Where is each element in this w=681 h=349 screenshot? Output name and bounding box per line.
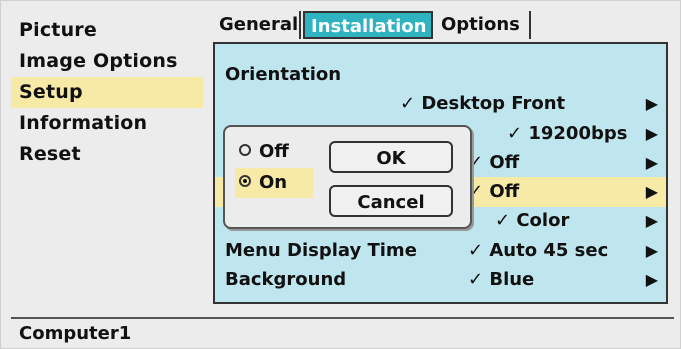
- projector-menu-window: Picture Image Options Setup Information …: [0, 0, 681, 349]
- radio-option-off[interactable]: Off: [235, 137, 313, 167]
- sidebar-item-setup[interactable]: Setup: [11, 77, 203, 108]
- sidebar-item-image-options[interactable]: Image Options: [11, 46, 203, 77]
- sidebar-menu: Picture Image Options Setup Information …: [11, 15, 203, 170]
- sidebar-item-information[interactable]: Information: [11, 108, 203, 139]
- setting-value: ✓ Desktop Front: [400, 93, 566, 114]
- tab-installation[interactable]: Installation: [303, 11, 433, 39]
- setting-value: ✓ Color: [495, 210, 570, 231]
- radio-unchecked-icon: [239, 144, 251, 156]
- setting-value: ✓ Off: [468, 181, 520, 202]
- setting-value: ✓ Blue: [468, 269, 535, 290]
- setting-label: Background: [225, 269, 347, 290]
- sidebar-item-picture[interactable]: Picture: [11, 15, 203, 46]
- radio-label: On: [259, 172, 288, 193]
- submenu-arrow-icon: ▶: [645, 153, 658, 172]
- setting-row-background[interactable]: Background ✓ Blue ▶: [215, 265, 666, 295]
- setting-row-orientation-value[interactable]: ✓ Desktop Front ▶: [215, 89, 666, 119]
- submenu-arrow-icon: ▶: [645, 94, 658, 113]
- setting-row-menu-display-time[interactable]: Menu Display Time ✓ Auto 45 sec ▶: [215, 236, 666, 266]
- cancel-button[interactable]: Cancel: [329, 185, 453, 217]
- setting-row-orientation[interactable]: Orientation: [215, 60, 666, 90]
- submenu-arrow-icon: ▶: [645, 124, 658, 143]
- setting-value: ✓ Auto 45 sec: [468, 240, 609, 261]
- radio-label: Off: [259, 141, 289, 162]
- setting-value: ✓ Off: [468, 152, 520, 173]
- tab-general[interactable]: General: [213, 11, 301, 39]
- ok-button[interactable]: OK: [329, 141, 453, 173]
- submenu-arrow-icon: ▶: [645, 241, 658, 260]
- sidebar-item-reset[interactable]: Reset: [11, 139, 203, 170]
- tab-options[interactable]: Options: [435, 11, 531, 39]
- radio-option-on[interactable]: On: [235, 168, 313, 198]
- submenu-arrow-icon: ▶: [645, 182, 658, 201]
- setting-value: ✓ 19200bps: [507, 123, 628, 144]
- setting-label: Orientation: [225, 64, 342, 85]
- input-source-label: Computer1: [19, 323, 132, 344]
- on-off-dialog: Off On OK Cancel: [223, 125, 472, 229]
- setting-label: Menu Display Time: [225, 240, 417, 261]
- submenu-arrow-icon: ▶: [645, 270, 658, 289]
- radio-checked-icon: [239, 175, 251, 187]
- status-bar: Computer1: [11, 317, 674, 347]
- submenu-arrow-icon: ▶: [645, 211, 658, 230]
